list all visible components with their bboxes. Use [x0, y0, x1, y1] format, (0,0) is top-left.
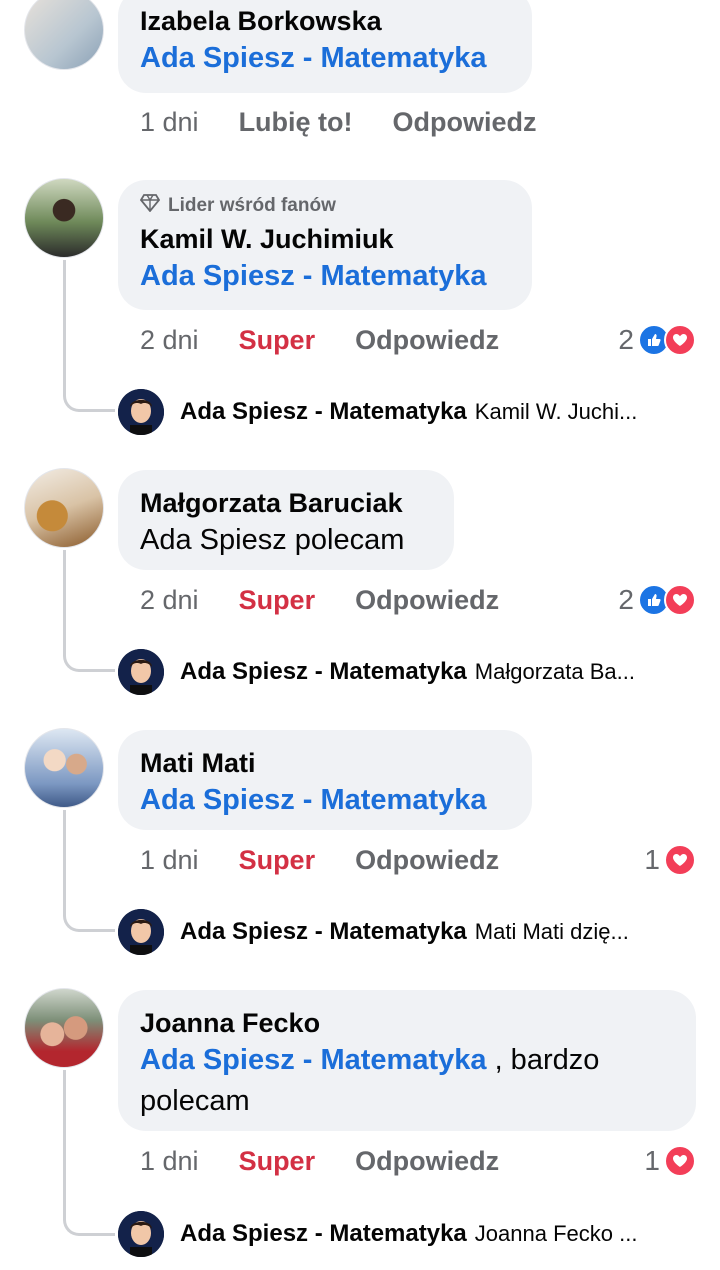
- reaction-summary[interactable]: 2: [618, 320, 696, 360]
- avatar[interactable]: [24, 178, 104, 258]
- avatar[interactable]: [24, 468, 104, 548]
- reply-button[interactable]: Odpowiedz: [355, 845, 499, 876]
- super-reaction-button[interactable]: Super: [239, 1146, 316, 1177]
- reply-preview[interactable]: Ada Spiesz - Matematyka Mati Mati dzię..…: [118, 909, 629, 955]
- reaction-count: 2: [618, 584, 634, 615]
- comment-author[interactable]: Kamil W. Juchimiuk: [140, 222, 510, 256]
- heart-icon: [664, 1145, 696, 1177]
- reply-preview[interactable]: Ada Spiesz - Matematyka Małgorzata Ba...: [118, 649, 635, 695]
- comment-text: Ada Spiesz polecam: [140, 524, 405, 556]
- reply-text: Małgorzata Ba...: [474, 659, 635, 684]
- comment-actions: 2 dni Super Odpowiedz: [140, 320, 539, 360]
- diamond-icon: [139, 194, 161, 218]
- reply-author: Ada Spiesz - Matematyka: [180, 658, 467, 685]
- comment-author[interactable]: Małgorzata Baruciak: [140, 486, 432, 520]
- reply-text: Mati Mati dzię...: [474, 919, 629, 944]
- reaction-summary[interactable]: 2: [618, 580, 696, 620]
- badge-label: Lider wśród fanów: [168, 195, 336, 216]
- reply-text: Joanna Fecko ...: [474, 1221, 638, 1246]
- fan-badge: Lider wśród fanów: [139, 194, 510, 218]
- reaction-count: 1: [644, 1145, 660, 1176]
- comment-text: , bardzo: [486, 1044, 600, 1076]
- reply-text: Kamil W. Juchi...: [474, 399, 638, 424]
- comment-author[interactable]: Joanna Fecko: [140, 1006, 674, 1040]
- avatar[interactable]: [24, 0, 104, 70]
- super-reaction-button[interactable]: Super: [239, 845, 316, 876]
- reply-button[interactable]: Odpowiedz: [355, 325, 499, 356]
- thread-connector: [63, 550, 115, 672]
- comment-time[interactable]: 2 dni: [140, 585, 199, 616]
- comment-actions: 1 dni Super Odpowiedz: [140, 840, 539, 880]
- reply-button[interactable]: Odpowiedz: [393, 107, 537, 138]
- comment-actions: 1 dni Super Odpowiedz: [140, 1141, 539, 1181]
- avatar: [118, 389, 164, 435]
- super-reaction-button[interactable]: Super: [239, 585, 316, 616]
- mention-link[interactable]: Ada Spiesz - Matematyka: [140, 784, 487, 816]
- heart-icon: [664, 844, 696, 876]
- super-reaction-button[interactable]: Super: [239, 325, 316, 356]
- reaction-count: 2: [618, 324, 634, 355]
- avatar[interactable]: [24, 988, 104, 1068]
- thread-connector: [63, 810, 115, 932]
- comment-author[interactable]: Mati Mati: [140, 746, 510, 780]
- comment-bubble: Izabela Borkowska Ada Spiesz - Matematyk…: [118, 0, 532, 93]
- comment-time[interactable]: 1 dni: [140, 845, 199, 876]
- reply-preview[interactable]: Ada Spiesz - Matematyka Kamil W. Juchi..…: [118, 389, 637, 435]
- mention-link[interactable]: Ada Spiesz - Matematyka: [140, 260, 487, 292]
- heart-icon: [664, 584, 696, 616]
- reply-button[interactable]: Odpowiedz: [355, 585, 499, 616]
- comment-bubble: Lider wśród fanów Kamil W. Juchimiuk Ada…: [118, 180, 532, 310]
- comment-time[interactable]: 1 dni: [140, 1146, 199, 1177]
- reply-author: Ada Spiesz - Matematyka: [180, 918, 467, 945]
- reply-author: Ada Spiesz - Matematyka: [180, 1220, 467, 1247]
- comment-time[interactable]: 2 dni: [140, 325, 199, 356]
- reaction-summary[interactable]: 1: [644, 1141, 696, 1181]
- reply-preview[interactable]: Ada Spiesz - Matematyka Joanna Fecko ...: [118, 1211, 637, 1257]
- comment-text-line2: polecam: [140, 1085, 250, 1117]
- reply-button[interactable]: Odpowiedz: [355, 1146, 499, 1177]
- comment-bubble: Mati Mati Ada Spiesz - Matematyka: [118, 730, 532, 830]
- comment-author[interactable]: Izabela Borkowska: [140, 4, 510, 38]
- comment-actions: 2 dni Super Odpowiedz: [140, 580, 539, 620]
- reaction-count: 1: [644, 844, 660, 875]
- avatar[interactable]: [24, 728, 104, 808]
- heart-icon: [664, 324, 696, 356]
- thread-connector: [63, 1070, 115, 1236]
- mention-link[interactable]: Ada Spiesz - Matematyka: [140, 42, 487, 74]
- avatar: [118, 909, 164, 955]
- comment-time[interactable]: 1 dni: [140, 107, 199, 138]
- comment-actions: 1 dni Lubię to! Odpowiedz: [140, 102, 577, 142]
- like-button[interactable]: Lubię to!: [239, 107, 353, 138]
- thread-connector: [63, 260, 115, 412]
- mention-link[interactable]: Ada Spiesz - Matematyka: [140, 1044, 487, 1076]
- comment-bubble: Joanna Fecko Ada Spiesz - Matematyka , b…: [118, 990, 696, 1131]
- avatar: [118, 1211, 164, 1257]
- comment-bubble: Małgorzata Baruciak Ada Spiesz polecam: [118, 470, 454, 570]
- avatar: [118, 649, 164, 695]
- reply-author: Ada Spiesz - Matematyka: [180, 398, 467, 425]
- reaction-summary[interactable]: 1: [644, 840, 696, 880]
